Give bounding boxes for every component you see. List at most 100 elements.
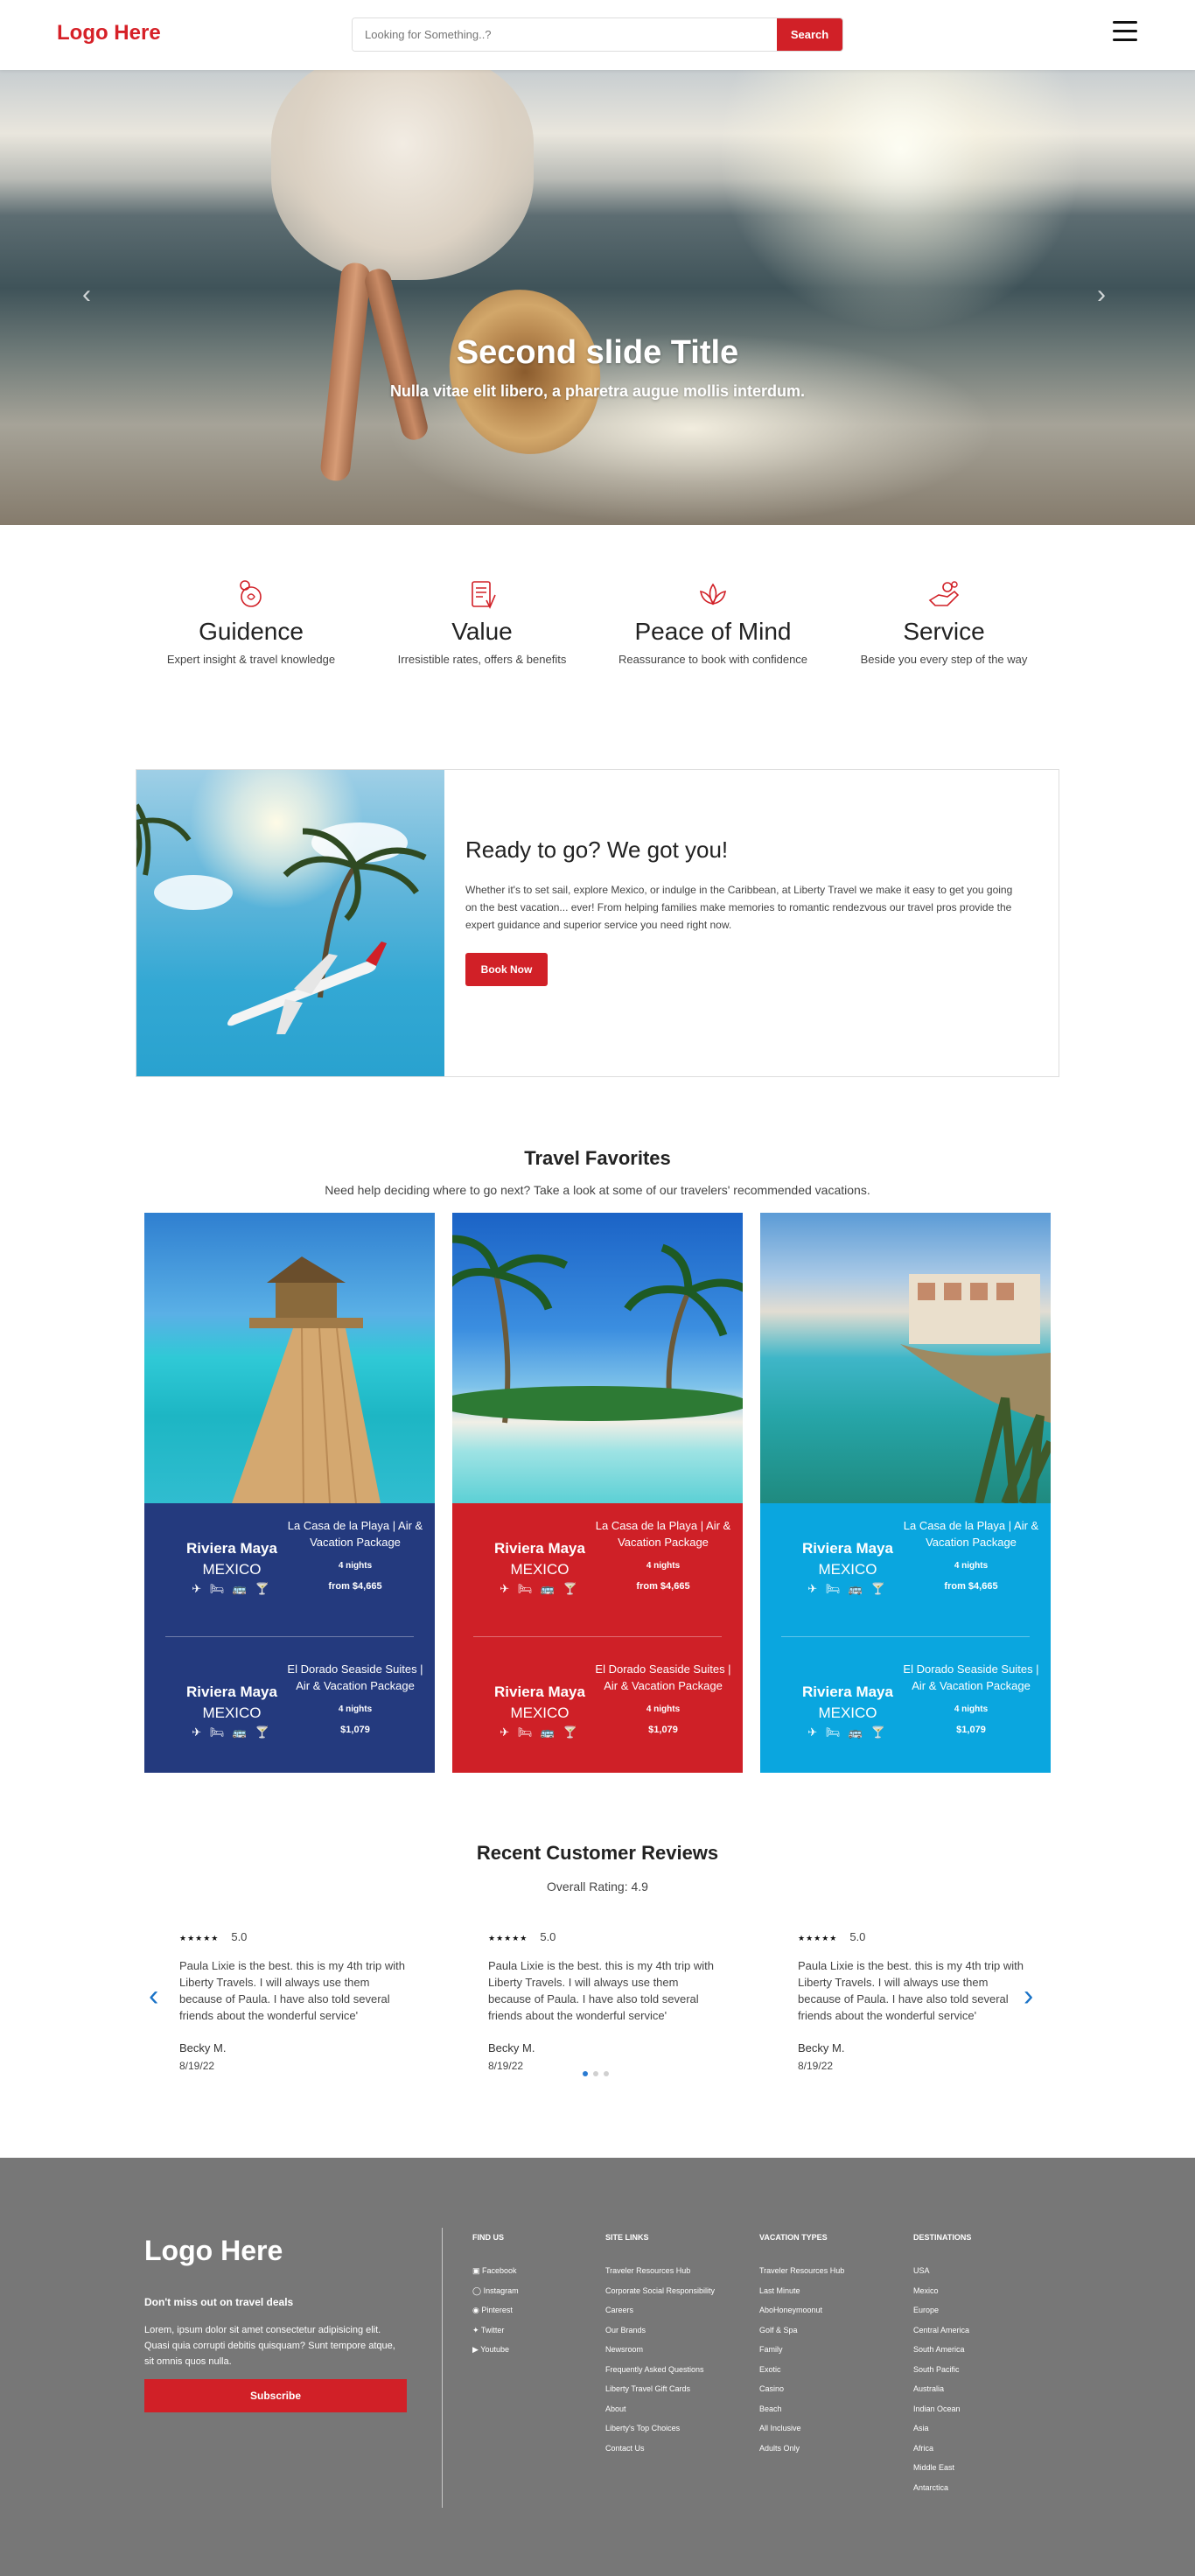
- review-text: Paula Lixie is the best. this is my 4th …: [798, 1959, 1024, 2022]
- footer-link[interactable]: Europe: [913, 2306, 971, 2326]
- footer-link[interactable]: USA: [913, 2266, 971, 2286]
- footer-link[interactable]: Beach: [759, 2404, 844, 2425]
- twitter-icon: ✦: [472, 2325, 481, 2334]
- rating-stars-icon: ★★★★★: [798, 1934, 838, 1942]
- footer-link[interactable]: Mexico: [913, 2286, 971, 2306]
- card-divider: [165, 1636, 414, 1637]
- menu-icon[interactable]: [1113, 21, 1137, 42]
- hero-carousel: Second slide Title Nulla vitae elit libe…: [0, 70, 1195, 525]
- rating-stars-icon: ★★★★★: [179, 1934, 220, 1942]
- footer-link[interactable]: Traveler Resources Hub: [759, 2266, 844, 2286]
- footer-link[interactable]: Central America: [913, 2326, 971, 2346]
- card-offer[interactable]: Riviera Maya MEXICO ✈ 🛏 🚌 🍸 El Dorado Seas…: [144, 1647, 435, 1778]
- review-card: ★★★★★ 5.0 Paula Lixie is the best. this i…: [179, 1929, 407, 2072]
- footer-link[interactable]: Family: [759, 2345, 844, 2365]
- card-offer[interactable]: Riviera Maya MEXICO ✈ 🛏 🚌 🍸 El Dorado Seas…: [452, 1647, 743, 1778]
- footer-link[interactable]: AboHoneymoonut: [759, 2306, 844, 2326]
- search-button[interactable]: Search: [777, 18, 842, 51]
- site-header: Logo Here Search: [0, 0, 1195, 70]
- amenities-icons: ✈ 🛏 🚌 🍸: [500, 1582, 580, 1595]
- facebook-link[interactable]: ▣ Facebook: [472, 2266, 519, 2286]
- book-now-button[interactable]: Book Now: [465, 953, 548, 986]
- footer-link[interactable]: All Inclusive: [759, 2424, 844, 2444]
- review-card: ★★★★★ 5.0 Paula Lixie is the best. this i…: [488, 1929, 716, 2072]
- footer-link[interactable]: Asia: [913, 2424, 971, 2444]
- ready-text: Ready to go? We got you! Whether it's to…: [465, 836, 1025, 986]
- amenities-icons: ✈ 🛏 🚌 🍸: [500, 1726, 580, 1739]
- footer-link[interactable]: Adults Only: [759, 2444, 844, 2464]
- card-divider: [473, 1636, 722, 1637]
- review-text: Paula Lixie is the best. this is my 4th …: [179, 1959, 405, 2022]
- footer-link[interactable]: Traveler Resources Hub: [605, 2266, 715, 2286]
- footer-link[interactable]: Our Brands: [605, 2326, 715, 2346]
- logo[interactable]: Logo Here: [57, 21, 161, 46]
- document-icon: [472, 581, 496, 609]
- instagram-link[interactable]: ◯ Instagram: [472, 2286, 519, 2306]
- feature-service: Service Beside you every step of the way: [830, 578, 1058, 666]
- footer-link[interactable]: Liberty's Top Choices: [605, 2424, 715, 2444]
- footer-link[interactable]: Contact Us: [605, 2444, 715, 2464]
- pinterest-link[interactable]: ◉ Pinterest: [472, 2306, 519, 2326]
- footer-link[interactable]: South Pacific: [913, 2365, 971, 2385]
- feature-value: Value Irresistible rates, offers & benef…: [368, 578, 596, 666]
- footer-link[interactable]: Casino: [759, 2384, 844, 2404]
- footer-link[interactable]: Corporate Social Responsibility: [605, 2286, 715, 2306]
- airplane-image: [136, 770, 444, 1076]
- review-date: 8/19/22: [798, 2060, 834, 2072]
- overall-rating: Overall Rating: 4.9: [547, 1880, 648, 1894]
- pinterest-icon: ◉: [472, 2306, 482, 2314]
- hero-prev-icon[interactable]: ‹: [82, 280, 91, 310]
- reviews-prev-icon[interactable]: ‹: [149, 1979, 158, 2013]
- footer-link[interactable]: Africa: [913, 2444, 971, 2464]
- twitter-link[interactable]: ✦ Twitter: [472, 2326, 519, 2346]
- youtube-link[interactable]: ▶ Youtube: [472, 2345, 519, 2365]
- carousel-dot[interactable]: [604, 2071, 609, 2076]
- carousel-dot[interactable]: [583, 2071, 588, 2076]
- reviewer-name: Becky M.: [179, 2041, 227, 2054]
- card-body: Riviera Maya MEXICO ✈ 🛏 🚌 🍸 La Casa de la …: [144, 1503, 435, 1773]
- footer-link[interactable]: Frequently Asked Questions: [605, 2365, 715, 2385]
- footer-link[interactable]: Australia: [913, 2384, 971, 2404]
- footer-link[interactable]: Middle East: [913, 2463, 971, 2483]
- footer-logo[interactable]: Logo Here: [144, 2235, 283, 2267]
- site-links-column: SITE LINKS Traveler Resources Hub Corpor…: [605, 2233, 715, 2463]
- favorite-card[interactable]: Riviera Maya MEXICO ✈ 🛏 🚌 🍸 La Casa de la …: [144, 1213, 435, 1773]
- subscribe-button[interactable]: Subscribe: [144, 2379, 407, 2412]
- favorite-card[interactable]: Riviera Maya MEXICO ✈ 🛏 🚌 🍸 La Casa de la …: [760, 1213, 1051, 1773]
- hero-image: [717, 70, 1085, 332]
- review-card: ★★★★★ 5.0 Paula Lixie is the best. this i…: [798, 1929, 1025, 2072]
- card-offer[interactable]: Riviera Maya MEXICO ✈ 🛏 🚌 🍸 La Casa de la …: [452, 1503, 743, 1634]
- footer-link[interactable]: Last Minute: [759, 2286, 844, 2306]
- favorites-title: Travel Favorites: [524, 1147, 671, 1169]
- footer-link[interactable]: Exotic: [759, 2365, 844, 2385]
- instagram-icon: ◯: [472, 2286, 484, 2295]
- amenities-icons: ✈ 🛏 🚌 🍸: [807, 1582, 888, 1595]
- footer-link[interactable]: Careers: [605, 2306, 715, 2326]
- amenities-icons: ✈ 🛏 🚌 🍸: [807, 1726, 888, 1739]
- reviewer-name: Becky M.: [488, 2041, 535, 2054]
- review-date: 8/19/22: [179, 2060, 215, 2072]
- footer-link[interactable]: Newsroom: [605, 2345, 715, 2365]
- review-text: Paula Lixie is the best. this is my 4th …: [488, 1959, 714, 2022]
- footer-link[interactable]: About: [605, 2404, 715, 2425]
- review-score: 5.0: [849, 1930, 866, 1943]
- hero-next-icon[interactable]: ›: [1097, 280, 1106, 310]
- footer-link[interactable]: Golf & Spa: [759, 2326, 844, 2346]
- footer-link[interactable]: Antarctica: [913, 2483, 971, 2503]
- ready-title: Ready to go? We got you!: [465, 836, 729, 863]
- feature-peace-of-mind: Peace of Mind Reassurance to book with c…: [599, 578, 827, 666]
- reviewer-name: Becky M.: [798, 2041, 845, 2054]
- features-section: Guidence Expert insight & travel knowled…: [0, 578, 1195, 700]
- footer-divider: [442, 2228, 443, 2508]
- favorite-card[interactable]: Riviera Maya MEXICO ✈ 🛏 🚌 🍸 La Casa de la …: [452, 1213, 743, 1773]
- carousel-dot[interactable]: [593, 2071, 598, 2076]
- card-offer[interactable]: Riviera Maya MEXICO ✈ 🛏 🚌 🍸 La Casa de la …: [144, 1503, 435, 1634]
- footer-link[interactable]: South America: [913, 2345, 971, 2365]
- card-offer[interactable]: Riviera Maya MEXICO ✈ 🛏 🚌 🍸 El Dorado Seas…: [760, 1647, 1051, 1778]
- footer-link[interactable]: Indian Ocean: [913, 2404, 971, 2425]
- hero-subtitle: Nulla vitae elit libero, a pharetra augu…: [389, 382, 806, 400]
- footer-link[interactable]: Liberty Travel Gift Cards: [605, 2384, 715, 2404]
- search-input[interactable]: [353, 18, 777, 51]
- destinations-column: DESTINATIONS USA Mexico Europe Central A…: [913, 2233, 971, 2502]
- card-offer[interactable]: Riviera Maya MEXICO ✈ 🛏 🚌 🍸 La Casa de la …: [760, 1503, 1051, 1634]
